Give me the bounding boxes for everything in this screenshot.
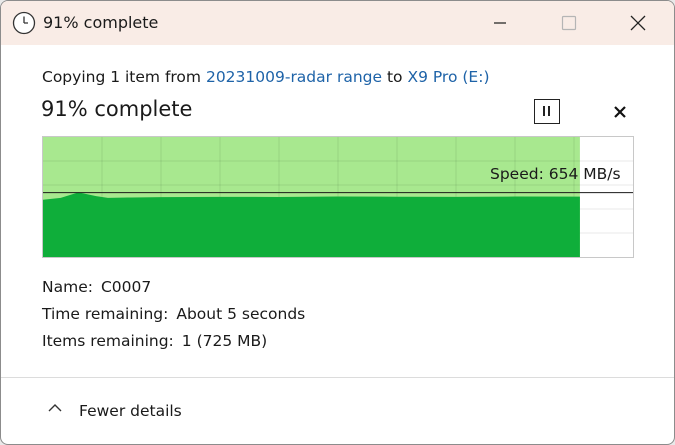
copy-prefix: Copying 1 item from bbox=[42, 68, 206, 86]
pause-icon[interactable] bbox=[534, 99, 560, 124]
destination-drive-link[interactable]: X9 Pro (E:) bbox=[407, 68, 489, 86]
time-remaining-row: Time remaining: About 5 seconds bbox=[42, 305, 305, 323]
time-remaining-value: About 5 seconds bbox=[176, 305, 306, 323]
close-icon[interactable] bbox=[615, 1, 661, 45]
footer-divider bbox=[1, 377, 674, 378]
speed-label: Speed: 654 MB/s bbox=[490, 165, 621, 183]
clock-icon bbox=[12, 11, 36, 35]
chevron-up-icon bbox=[48, 404, 62, 412]
progress-heading: 91% complete bbox=[41, 97, 193, 121]
fewer-details-toggle[interactable]: Fewer details bbox=[41, 393, 201, 429]
items-remaining-row: Items remaining: 1 (725 MB) bbox=[42, 332, 267, 350]
minimize-icon[interactable] bbox=[477, 1, 523, 45]
name-row: Name: C0007 bbox=[42, 278, 151, 296]
name-value: C0007 bbox=[100, 278, 152, 296]
title-bar[interactable]: 91% complete bbox=[1, 1, 674, 45]
items-remaining-value: 1 (725 MB) bbox=[181, 332, 268, 350]
maximize-icon[interactable] bbox=[545, 1, 591, 45]
items-remaining-label: Items remaining: bbox=[42, 332, 174, 350]
window-title: 91% complete bbox=[43, 13, 159, 32]
transfer-speed-graph bbox=[42, 136, 634, 258]
copy-middle: to bbox=[382, 68, 408, 86]
cancel-x-icon[interactable] bbox=[607, 99, 633, 125]
time-remaining-label: Time remaining: bbox=[42, 305, 169, 323]
copy-dialog-window: 91% complete Copying 1 item from 2023100… bbox=[0, 0, 675, 445]
speed-area bbox=[43, 192, 580, 257]
source-folder-link[interactable]: 20231009-radar range bbox=[206, 68, 382, 86]
fewer-details-label: Fewer details bbox=[79, 402, 182, 420]
copy-description: Copying 1 item from 20231009-radar range… bbox=[42, 68, 490, 86]
name-label: Name: bbox=[42, 278, 93, 296]
